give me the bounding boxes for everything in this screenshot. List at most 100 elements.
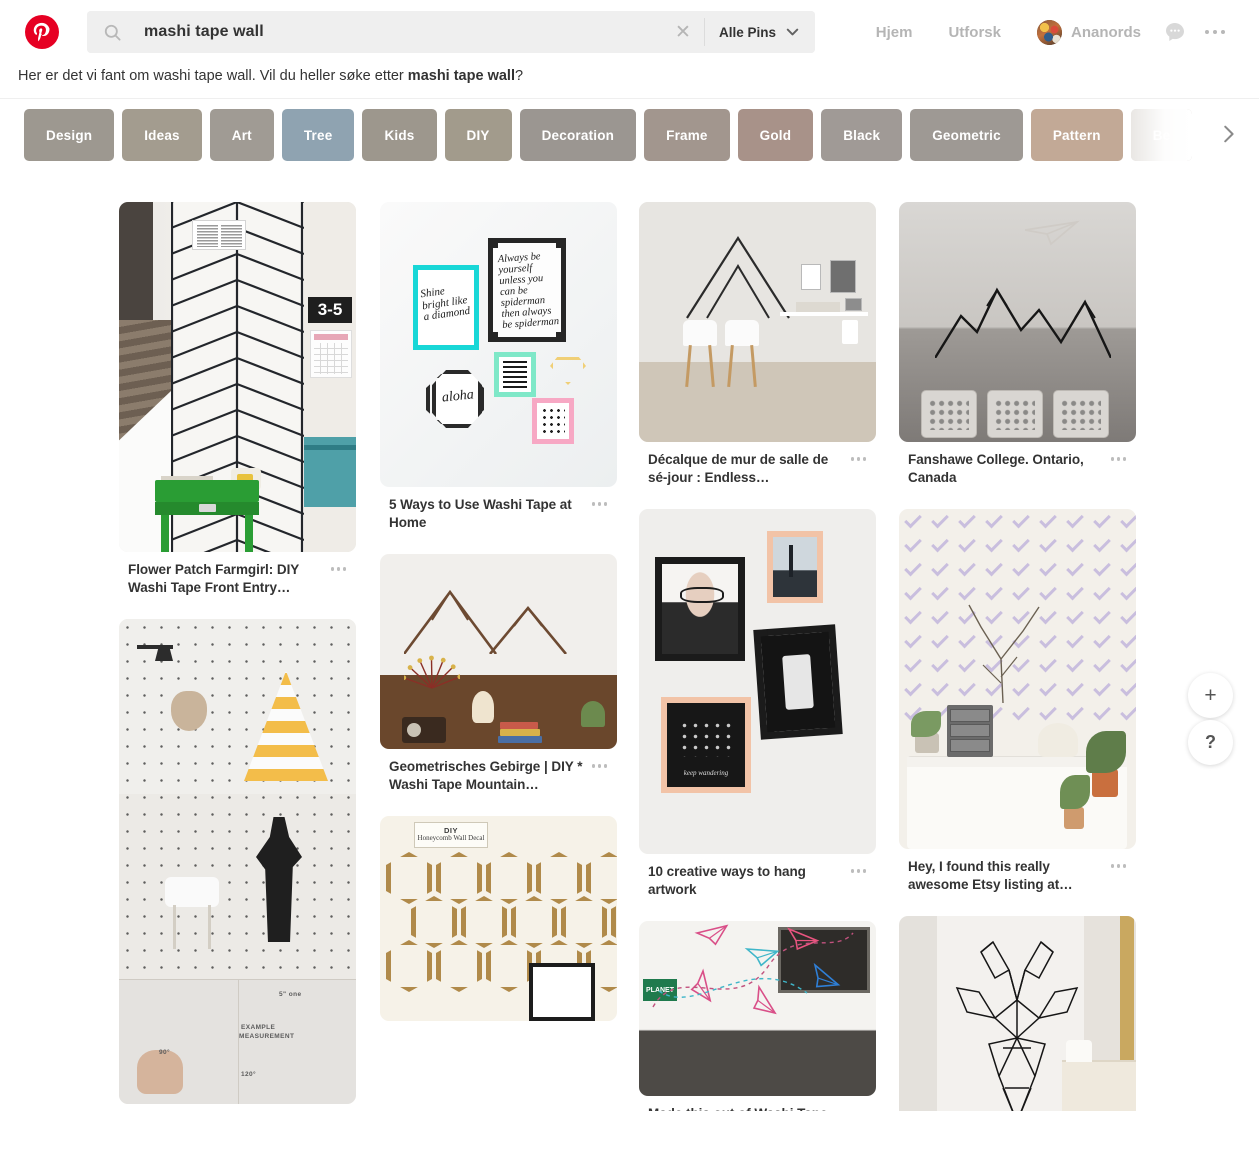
filter-pill-label: Pattern (1052, 127, 1101, 143)
filter-pill-frame[interactable]: Frame (644, 109, 730, 161)
filter-pill-label: Frame (666, 127, 708, 143)
pin-image-geometric-deer-decal[interactable] (899, 916, 1136, 1111)
did-you-mean-suggestion[interactable]: mashi tape wall (408, 68, 515, 84)
messages-button[interactable] (1155, 12, 1195, 52)
pin-title: Flower Patch Farmgirl: DIY Washi Tape Fr… (128, 562, 299, 595)
pin-card[interactable]: DIY Honeycomb Wall Decal (380, 816, 617, 1021)
filter-pill-label: Design (46, 127, 93, 143)
filter-pill-label: Tree (303, 127, 333, 143)
filter-pill-label: Geometric (932, 127, 1001, 143)
pin-more-button[interactable] (851, 1105, 875, 1111)
pin-column-3: Décalque de mur de salle de sé-jour : En… (639, 202, 876, 1111)
create-pin-button[interactable]: + (1188, 673, 1233, 718)
filter-pill-label: Art (231, 127, 252, 143)
filter-pill-label: DIY (466, 127, 490, 143)
pin-column-1: 3-5 Flower Patch Farmgirl: DIY Washi Tap… (119, 202, 356, 1111)
pin-card[interactable]: 3-5 Flower Patch Farmgirl: DIY Washi Tap… (119, 202, 356, 596)
pin-title: Geometrisches Gebirge | DIY * Washi Tape… (389, 759, 583, 792)
pin-caption: 10 DIY Easy And Little Project For Your … (119, 1104, 356, 1111)
more-horizontal-icon (1204, 29, 1226, 35)
pin-image-honeycomb-wall-decal[interactable]: DIY Honeycomb Wall Decal (380, 816, 617, 1021)
search-field[interactable]: mashi tape wall (87, 11, 662, 53)
pin-more-button[interactable] (850, 451, 875, 461)
filter-pill-tree[interactable]: Tree (281, 109, 355, 161)
filter-pill-diy[interactable]: DIY (444, 109, 512, 161)
pin-more-button[interactable] (1110, 451, 1135, 461)
did-you-mean-bar: Her er det vi fant om washi tape wall. V… (0, 64, 1259, 99)
avatar (1036, 19, 1062, 45)
header-nav: Hjem Utforsk Ananords (858, 12, 1243, 52)
pin-card[interactable]: keep wandering 10 creative ways to hang … (639, 509, 876, 898)
pin-title: 10 creative ways to hang artwork (648, 864, 806, 897)
pin-grid: 3-5 Flower Patch Farmgirl: DIY Washi Tap… (0, 169, 1259, 1111)
pin-card[interactable] (899, 916, 1136, 1111)
pin-image-washi-tape-frames[interactable]: Shine bright like a diamond Always be yo… (380, 202, 617, 487)
pin-card[interactable]: EXAMPLE MEASUREMENT 120° 90° 5" one 10 D… (119, 619, 356, 1111)
pin-card[interactable]: Geometrisches Gebirge | DIY * Washi Tape… (380, 554, 617, 793)
filter-pill-gold[interactable]: Gold (737, 109, 814, 161)
filter-pills-bar: Design Ideas Art Tree Kids DIY Decoration Frame… (0, 99, 1259, 169)
username-label: Ananords (1070, 23, 1141, 41)
app-header: mashi tape wall ✕ Alle Pins Hjem Utforsk… (0, 0, 1259, 64)
nav-home[interactable]: Hjem (858, 24, 931, 41)
pin-column-4: Fanshawe College. Ontario, Canada Hey, I… (899, 202, 1136, 1111)
pin-card[interactable]: Décalque de mur de salle de sé-jour : En… (639, 202, 876, 486)
filter-pill-pattern[interactable]: Pattern (1030, 109, 1123, 161)
pin-card[interactable]: Shine bright like a diamond Always be yo… (380, 202, 617, 531)
pin-title: Made this out of Washi Tape for my dorm … (648, 1106, 827, 1111)
pin-image-chevron-wallpaper-plants[interactable] (899, 509, 1136, 849)
pinterest-logo-icon[interactable] (25, 15, 59, 49)
pin-card[interactable]: Hey, I found this really awesome Etsy li… (899, 509, 1136, 893)
filter-pill-label: Be (1152, 127, 1171, 143)
search-scope-label: Alle Pins (718, 24, 776, 40)
pin-column-2: Shine bright like a diamond Always be yo… (380, 202, 617, 1044)
pin-title-rich: Made this out of Washi Tape for my dorm … (648, 1105, 845, 1111)
pin-card[interactable]: PLANET Made this out of Washi Tape for m… (639, 921, 876, 1111)
did-you-mean-suffix: ? (514, 68, 524, 84)
filter-pill-black[interactable]: Black (821, 109, 903, 161)
pin-image-polka-dot-teepee-collage[interactable]: EXAMPLE MEASUREMENT 120° 90° 5" one (119, 619, 356, 1104)
pin-more-button[interactable] (330, 561, 355, 571)
pin-image-gallery-wall-portraits[interactable]: keep wandering (639, 509, 876, 854)
pin-image-paper-planes-dorm[interactable]: PLANET (639, 921, 876, 1096)
pin-title: Hey, I found this really awesome Etsy li… (908, 859, 1073, 892)
pin-caption: Fanshawe College. Ontario, Canada (899, 442, 1136, 486)
filter-pill-art[interactable]: Art (209, 109, 274, 161)
pin-caption: 10 creative ways to hang artwork (639, 854, 876, 898)
filter-pill-kids[interactable]: Kids (362, 109, 437, 161)
pin-title: 5 Ways to Use Washi Tape at Home (389, 497, 572, 530)
search-scope-dropdown[interactable]: Alle Pins (704, 11, 815, 53)
pin-image-triangle-living-room[interactable] (639, 202, 876, 442)
filter-pill-label: Black (843, 127, 881, 143)
close-icon[interactable]: ✕ (661, 11, 704, 53)
filter-pill-geometric[interactable]: Geometric (910, 109, 1023, 161)
search-bar[interactable]: mashi tape wall ✕ Alle Pins (87, 11, 815, 53)
pin-more-button[interactable] (591, 496, 616, 506)
pin-more-button[interactable] (850, 863, 875, 873)
search-icon (104, 24, 121, 41)
pin-more-button[interactable] (1110, 858, 1135, 868)
pin-caption: Flower Patch Farmgirl: DIY Washi Tape Fr… (119, 552, 356, 596)
filter-pill-design[interactable]: Design (24, 109, 115, 161)
filter-pill-label: Decoration (541, 127, 615, 143)
pin-image-mountain-decal-dresser[interactable] (380, 554, 617, 749)
user-menu[interactable]: Ananords (1019, 19, 1155, 45)
nav-explore[interactable]: Utforsk (930, 24, 1019, 41)
pin-caption: 5 Ways to Use Washi Tape at Home (380, 487, 617, 531)
filter-pill-decoration[interactable]: Decoration (519, 109, 637, 161)
filter-pill-be[interactable]: Be (1130, 109, 1193, 161)
pin-image-mountain-mural-bed[interactable] (899, 202, 1136, 442)
pin-title: Fanshawe College. Ontario, Canada (908, 452, 1084, 485)
pin-image-chevron-washi-wall[interactable]: 3-5 (119, 202, 356, 552)
more-options-button[interactable] (1195, 12, 1235, 52)
search-input[interactable]: mashi tape wall (144, 23, 264, 41)
pin-more-button[interactable] (591, 758, 616, 768)
pin-caption: Hey, I found this really awesome Etsy li… (899, 849, 1136, 893)
filter-pill-label: Gold (759, 127, 792, 143)
filter-pill-ideas[interactable]: Ideas (122, 109, 202, 161)
pin-card[interactable]: Fanshawe College. Ontario, Canada (899, 202, 1136, 486)
filter-pill-label: Ideas (144, 127, 180, 143)
filters-next-button[interactable] (1215, 121, 1241, 147)
help-button[interactable]: ? (1188, 720, 1233, 765)
filter-pill-label: Kids (384, 127, 415, 143)
